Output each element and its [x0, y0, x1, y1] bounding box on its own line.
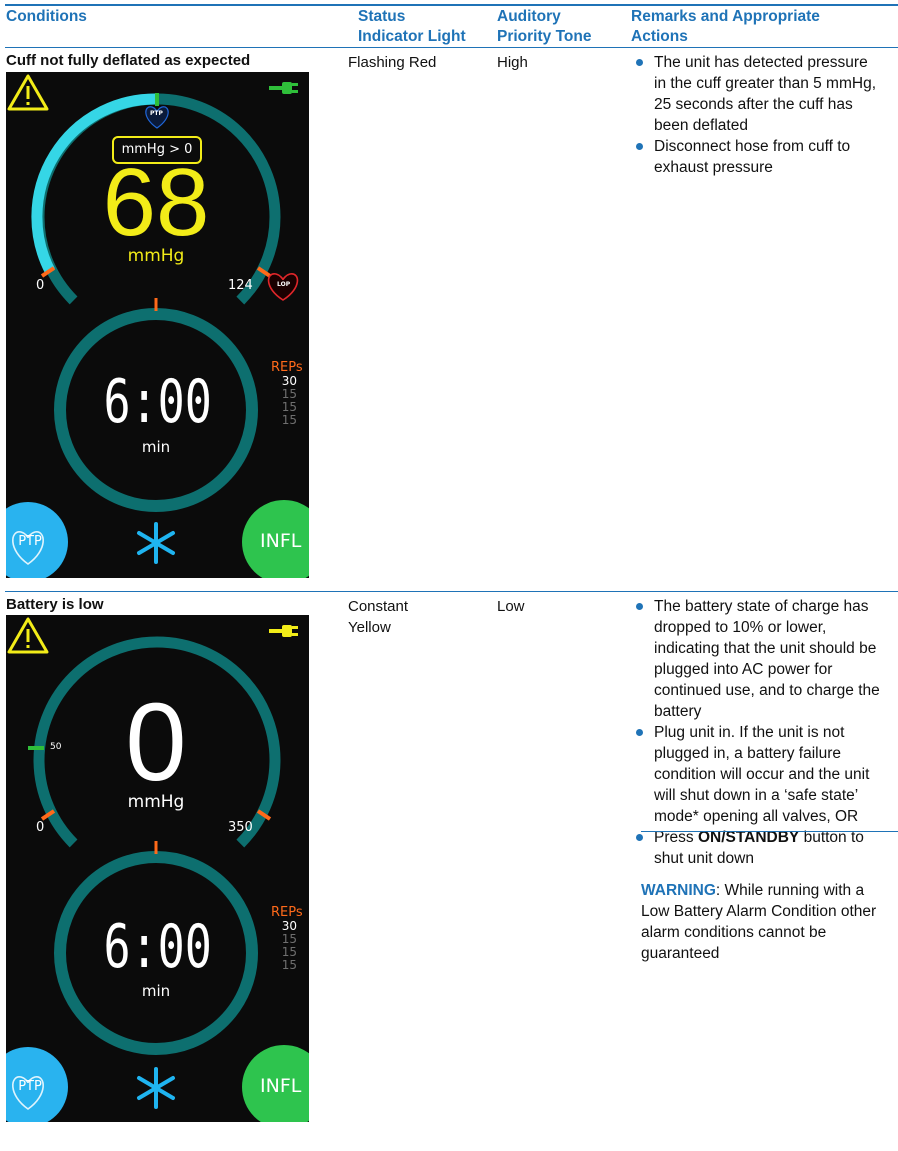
- timer-unit: min: [141, 438, 171, 456]
- row2-remark-2: Plug unit in. If the unit is not plugged…: [632, 722, 884, 827]
- ptp-mini-label: PTP: [150, 110, 163, 117]
- warning-rule: [641, 831, 898, 832]
- reps-list: 30 15 15 15: [279, 375, 297, 427]
- row2-condition: Battery is low: [6, 596, 104, 613]
- row2-tone: Low: [497, 598, 525, 615]
- header-top-rule: [5, 4, 898, 6]
- pressure-value: 68: [102, 149, 210, 256]
- reps-title: REPs: [271, 360, 303, 375]
- pressure-unit: mmHg: [127, 792, 185, 812]
- row1-remark-2: Disconnect hose from cuff to exhaust pre…: [632, 136, 882, 178]
- col-header-conditions: Conditions: [6, 8, 87, 25]
- gauge-max-label: 124: [228, 278, 253, 293]
- col-header-status: Status Indicator Light: [358, 7, 466, 47]
- gauge-mid-label: 50: [50, 742, 62, 752]
- timer-unit: min: [141, 982, 171, 1000]
- gauge-min-label: 0: [36, 820, 45, 835]
- plug-icon: [269, 625, 298, 637]
- infl-button[interactable]: INFL: [260, 1075, 301, 1097]
- reps-list: 30 15 15 15: [279, 920, 297, 972]
- col-header-tone-line2: Priority Tone: [497, 28, 592, 45]
- pressure-unit: mmHg: [127, 246, 185, 266]
- row1-condition: Cuff not fully deflated as expected: [6, 52, 251, 69]
- row1-tone: High: [497, 54, 528, 71]
- lop-label: LOP: [277, 281, 291, 288]
- col-header-remarks-line1: Remarks and Appropriate: [631, 8, 820, 25]
- row1-device-screen: PTP mmHg > 0 68 mmHg 0 124 LOP 6:00 min …: [6, 72, 309, 578]
- gauge-max-label: 350: [228, 820, 253, 835]
- row1-remarks: The unit has detected pressure in the cu…: [632, 52, 882, 178]
- bullet-icon: [636, 603, 643, 610]
- row2-remark-3: Press ON/STANDBY button to shut unit dow…: [632, 827, 884, 869]
- row2-status: Constant Yellow: [348, 596, 408, 638]
- row2-status-line2: Yellow: [348, 619, 391, 636]
- row-divider: [5, 591, 898, 592]
- pressure-value: 0: [125, 681, 187, 804]
- snowflake-icon: [137, 1067, 175, 1109]
- ptp-button[interactable]: PTP: [12, 1079, 48, 1094]
- row2-warning: WARNING: While running with a Low Batter…: [632, 880, 884, 964]
- snowflake-icon: [137, 522, 175, 564]
- row1-remark-1: The unit has detected pressure in the cu…: [632, 52, 882, 136]
- reps-title: REPs: [271, 905, 303, 920]
- bullet-icon: [636, 834, 643, 841]
- reps-item: 15: [281, 413, 297, 427]
- col-header-remarks: Remarks and Appropriate Actions: [631, 7, 820, 47]
- bullet-icon: [636, 143, 643, 150]
- bullet-icon: [636, 729, 643, 736]
- bullet-icon: [636, 59, 643, 66]
- row2-status-line1: Constant: [348, 598, 409, 615]
- ptp-button[interactable]: PTP: [12, 534, 48, 549]
- row2-remark-1: The battery state of charge has dropped …: [632, 596, 884, 722]
- reps-item: 15: [281, 958, 297, 972]
- row2-remarks: The battery state of charge has dropped …: [632, 596, 884, 964]
- infl-button[interactable]: INFL: [260, 530, 301, 552]
- col-header-tone-line1: Auditory: [497, 8, 561, 25]
- timer-value: 6:00: [103, 367, 212, 437]
- gauge-min-label: 0: [36, 278, 45, 293]
- plug-icon: [269, 82, 298, 94]
- col-header-status-line2: Indicator Light: [358, 28, 466, 45]
- timer-value: 6:00: [103, 912, 212, 982]
- header-bottom-rule: [5, 47, 898, 48]
- row2-device-screen: 50 0 mmHg 0 350 6:00 min REPs 30 15 15 1…: [6, 615, 309, 1122]
- col-header-remarks-line2: Actions: [631, 28, 688, 45]
- col-header-tone: Auditory Priority Tone: [497, 7, 591, 47]
- col-header-status-line1: Status: [358, 8, 406, 25]
- row1-status: Flashing Red: [348, 54, 437, 71]
- warning-label: WARNING: [641, 882, 716, 899]
